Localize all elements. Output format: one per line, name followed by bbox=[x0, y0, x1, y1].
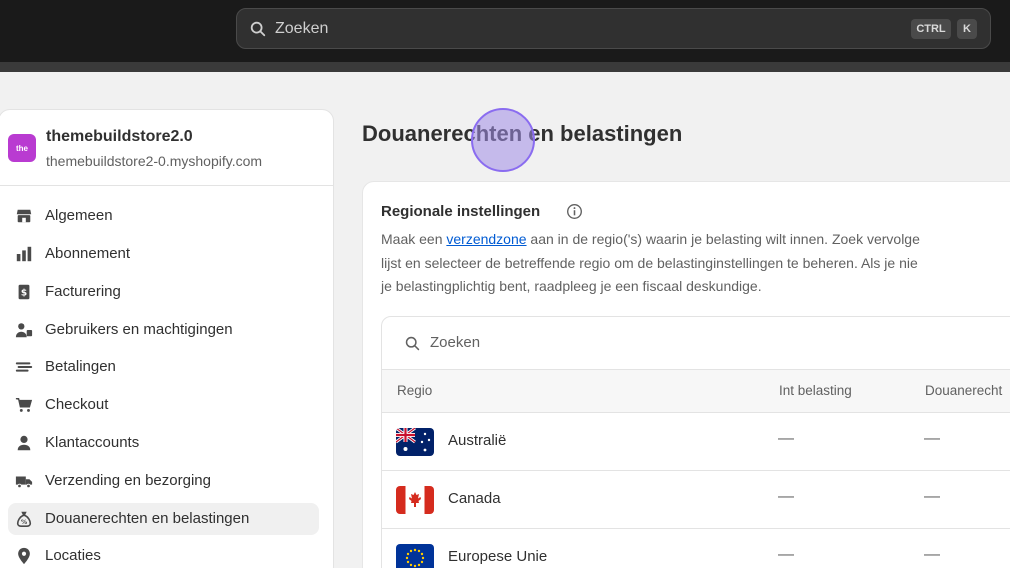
cart-icon bbox=[15, 398, 33, 412]
region-name: Canada bbox=[448, 490, 501, 507]
sidebar-item-label: Klantaccounts bbox=[45, 434, 140, 451]
australia-flag-icon bbox=[396, 428, 434, 456]
sidebar-item-label: Abonnement bbox=[45, 245, 131, 262]
canada-flag-icon bbox=[396, 486, 434, 514]
table-row[interactable]: Europese Unie — — bbox=[382, 529, 1023, 568]
tax-cell: — bbox=[778, 546, 794, 563]
store-url: themebuildstore2-0.myshopify.com bbox=[46, 153, 263, 169]
eu-flag-icon bbox=[396, 544, 434, 568]
table-header: Regio Int belasting Douanerecht bbox=[382, 370, 1023, 413]
sidebar-item-algemeen[interactable]: Algemeen bbox=[8, 200, 319, 232]
search-icon bbox=[405, 336, 420, 351]
desc-text: aan in de regio('s) waarin je belasting … bbox=[526, 231, 920, 247]
billing-icon: $ bbox=[18, 284, 30, 300]
store-name: themebuildstore2.0 bbox=[46, 128, 193, 145]
plan-icon bbox=[16, 246, 32, 262]
desc-text: Maak een bbox=[381, 231, 447, 247]
verzendzone-link[interactable]: verzendzone bbox=[446, 231, 526, 247]
store-header[interactable]: the themebuildstore2.0 themebuildstore2-… bbox=[0, 110, 333, 186]
search-icon bbox=[250, 21, 266, 36]
desc-text: je belastingplichtig bent, raadpleeg je … bbox=[381, 278, 762, 294]
sidebar-item-douanerechten[interactable]: % Douanerechten en belastingen bbox=[8, 503, 319, 535]
shortcut-ctrl-key: CTRL bbox=[911, 19, 951, 39]
sidebar-item-label: Verzending en bezorging bbox=[45, 472, 211, 489]
topbar-divider bbox=[0, 62, 1010, 72]
sidebar-item-abonnement[interactable]: Abonnement bbox=[8, 238, 319, 270]
tax-cell: — bbox=[778, 488, 794, 505]
column-header-douanerecht: Douanerecht bbox=[925, 383, 1003, 398]
store-logo: the bbox=[8, 134, 36, 162]
sidebar-item-gebruikers[interactable]: Gebruikers en machtigingen bbox=[8, 314, 319, 346]
tax-cell: — bbox=[778, 430, 794, 447]
sidebar-item-betalingen[interactable]: Betalingen bbox=[8, 351, 319, 383]
region-search-input[interactable]: Zoeken bbox=[382, 317, 1023, 370]
sidebar-item-label: Algemeen bbox=[45, 207, 113, 224]
sidebar-item-klantaccounts[interactable]: Klantaccounts bbox=[8, 427, 319, 459]
store-icon bbox=[16, 209, 32, 223]
window-edge bbox=[1010, 0, 1024, 568]
person-icon bbox=[17, 435, 31, 451]
region-name: Europese Unie bbox=[448, 548, 548, 565]
sidebar-item-checkout[interactable]: Checkout bbox=[8, 389, 319, 421]
region-name: Australië bbox=[448, 432, 507, 449]
regions-table: Zoeken Regio Int belasting Douanerecht A… bbox=[381, 316, 1023, 568]
svg-text:%: % bbox=[21, 519, 28, 526]
cursor-highlight bbox=[471, 108, 535, 172]
truck-icon bbox=[15, 476, 33, 489]
regional-settings-card: Regionale instellingen Maak een verzendz… bbox=[362, 181, 1024, 568]
card-title: Regionale instellingen bbox=[381, 203, 541, 220]
sidebar-item-verzending[interactable]: Verzending en bezorging bbox=[8, 465, 319, 497]
sidebar-item-label: Betalingen bbox=[45, 358, 116, 375]
duties-cell: — bbox=[924, 488, 940, 505]
column-header-regio: Regio bbox=[397, 383, 433, 398]
table-row[interactable]: Canada — — bbox=[382, 471, 1023, 529]
tax-bag-icon: % bbox=[16, 511, 32, 528]
sidebar-item-label: Facturering bbox=[45, 283, 121, 300]
sidebar-item-label: Locaties bbox=[45, 547, 101, 564]
users-icon bbox=[15, 323, 33, 338]
sidebar-item-facturering[interactable]: $ Facturering bbox=[8, 276, 319, 308]
duties-cell: — bbox=[924, 430, 940, 447]
settings-sidebar: the themebuildstore2.0 themebuildstore2-… bbox=[0, 109, 334, 568]
region-search-placeholder: Zoeken bbox=[430, 334, 481, 351]
shortcut-k-key: K bbox=[957, 19, 977, 39]
sidebar-item-label: Douanerechten en belastingen bbox=[45, 510, 250, 527]
top-bar: Zoeken CTRL K bbox=[0, 0, 1010, 62]
column-header-belasting: Int belasting bbox=[779, 383, 852, 398]
sidebar-item-label: Gebruikers en machtigingen bbox=[45, 321, 233, 338]
svg-text:$: $ bbox=[21, 289, 27, 299]
card-description: Maak een verzendzone aan in de regio('s)… bbox=[381, 228, 1023, 299]
payments-icon bbox=[15, 362, 33, 372]
table-row[interactable]: Australië — — bbox=[382, 413, 1023, 471]
global-search-placeholder: Zoeken bbox=[275, 19, 329, 37]
location-pin-icon bbox=[18, 547, 30, 565]
global-search-input[interactable]: Zoeken CTRL K bbox=[236, 8, 991, 49]
duties-cell: — bbox=[924, 546, 940, 563]
info-icon[interactable] bbox=[566, 203, 583, 220]
desc-text: lijst en selecteer de betreffende regio … bbox=[381, 254, 918, 271]
sidebar-item-label: Checkout bbox=[45, 396, 109, 413]
sidebar-item-locaties[interactable]: Locaties bbox=[8, 540, 319, 568]
